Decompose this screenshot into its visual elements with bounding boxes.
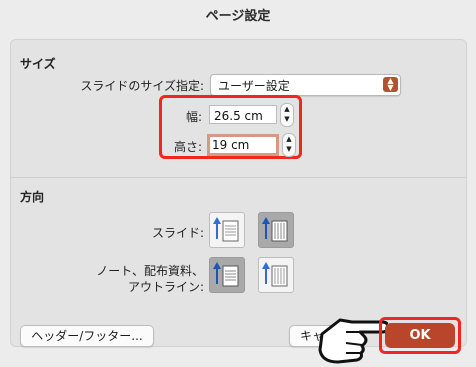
- notes-orientation-label-line2: アウトライン:: [127, 280, 204, 294]
- slides-landscape-button[interactable]: [258, 212, 294, 248]
- slides-orientation-label: スライド:: [151, 226, 204, 240]
- page-setup-dialog: ページ設定 サイズ スライドのサイズ指定: ユーザー設定 ▲▼ 幅: ▲▼ 高さ…: [0, 0, 476, 367]
- portrait-icon: [213, 262, 239, 287]
- portrait-icon: [213, 217, 239, 242]
- orientation-section-title: 方向: [20, 190, 45, 204]
- landscape-icon: [262, 262, 288, 287]
- width-stepper[interactable]: ▲ ▼: [280, 103, 294, 127]
- chevron-up-down-icon: ▲ ▼: [383, 77, 398, 92]
- width-field[interactable]: [209, 105, 277, 124]
- slide-size-select[interactable]: ユーザー設定 ▲ ▼: [210, 74, 401, 96]
- size-section-title: サイズ: [20, 57, 56, 71]
- width-label: 幅:: [185, 110, 202, 124]
- notes-orientation-label-line1: ノート、配布資料、: [96, 264, 204, 278]
- dialog-title: ページ設定: [205, 9, 271, 24]
- ok-button[interactable]: OK: [385, 323, 455, 348]
- slides-portrait-button[interactable]: [209, 212, 245, 248]
- height-stepper[interactable]: ▲ ▼: [282, 133, 296, 157]
- header-footer-button[interactable]: ヘッダー/フッター...: [20, 325, 154, 347]
- landscape-icon: [262, 217, 288, 242]
- height-label: 高さ:: [173, 140, 202, 154]
- height-field[interactable]: [207, 134, 279, 156]
- notes-portrait-button[interactable]: [209, 257, 245, 293]
- slide-size-label: スライドのサイズ指定:: [80, 79, 204, 93]
- section-divider: [11, 177, 466, 178]
- notes-landscape-button[interactable]: [258, 257, 294, 293]
- slide-size-value: ユーザー設定: [218, 79, 290, 93]
- pointing-hand-icon: [318, 318, 388, 364]
